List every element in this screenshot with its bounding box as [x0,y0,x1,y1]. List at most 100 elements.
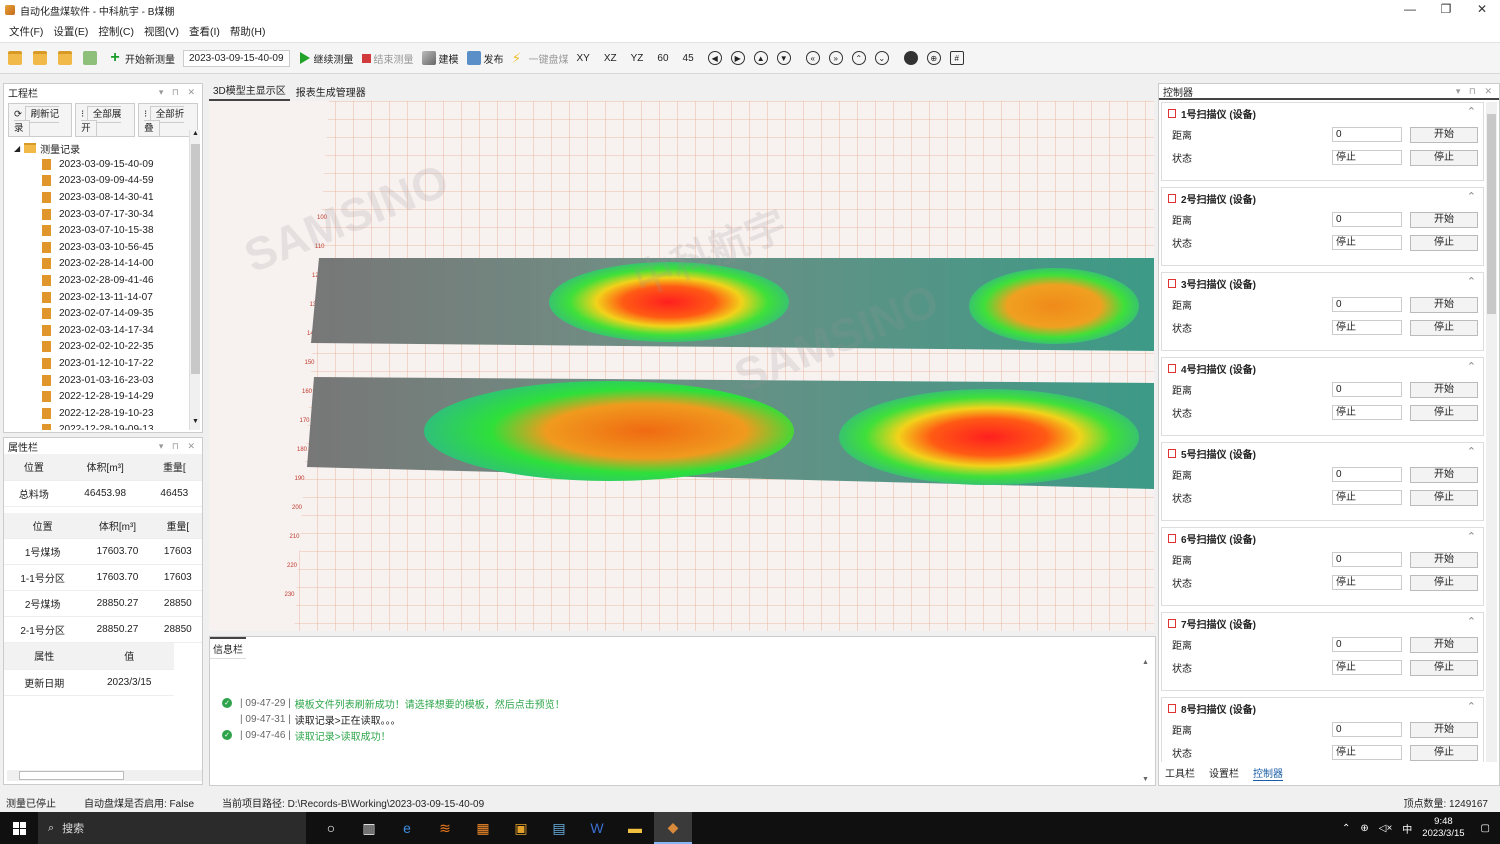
chevron-up-icon[interactable]: ⌃ [1467,615,1476,628]
tree-item-record[interactable]: 2023-02-03-14-17-34 [4,322,202,339]
table-row[interactable]: 总料场 46453.98 46453 [4,480,202,507]
model-button[interactable]: 建模 [421,51,459,66]
menu-control[interactable]: 控制(C) [93,24,139,39]
publish-button[interactable]: 发布 [466,51,504,66]
stop-button[interactable]: 停止 [1410,234,1478,251]
panel-controls[interactable]: ▾ ⊓ ✕ [1456,86,1495,97]
refresh-records-button[interactable]: ⟳ 刷新记录 [8,103,73,137]
scroll-down-icon[interactable]: ▼ [1142,776,1152,783]
export-button[interactable] [33,51,50,65]
chevron-up-icon[interactable]: ⌃ [1467,445,1476,458]
scanner-header[interactable]: 7号扫描仪 (设备) ⌃ [1162,613,1483,633]
start-button[interactable]: 开始 [1410,296,1478,313]
3d-viewport[interactable]: 1001101201301401501601701801902002102202… [209,101,1154,631]
view-xy-button[interactable]: XY [577,53,590,64]
app-icon-4[interactable]: ▤ [540,812,578,844]
continue-measure-button[interactable]: 继续测量 [299,51,354,66]
start-button[interactable]: 开始 [1410,211,1478,228]
chevron-up-icon[interactable]: ⌃ [1342,823,1350,834]
tree-item-record[interactable]: 2022-12-28-19-10-23 [4,405,202,422]
view-45-button[interactable]: 45 [683,53,694,64]
cortana-icon[interactable]: ○ [312,812,350,844]
solid-render-icon[interactable] [903,51,918,65]
3d-scene[interactable]: 1001101201301401501601701801902002102202… [209,101,1154,631]
scroll-up-icon[interactable]: ▲ [1142,659,1152,666]
table-row[interactable]: 1-1号分区 17603.70 17603 [4,564,202,591]
scanner-header[interactable]: 6号扫描仪 (设备) ⌃ [1162,528,1483,548]
tree-item-record[interactable]: 2023-02-07-14-09-35 [4,305,202,322]
open-button[interactable] [8,51,25,65]
tree-item-record[interactable]: 2023-01-03-16-23-03 [4,372,202,389]
tree-item-record[interactable]: 2023-03-09-15-40-09 [4,156,202,173]
folder-button[interactable] [58,51,75,65]
chevron-up-icon[interactable]: ⌃ [1467,275,1476,288]
table-row[interactable]: 更新日期 2023/3/15 [4,669,174,696]
one-key-button[interactable]: ⚡ 一键盘煤 [512,51,569,66]
controller-scrollbar[interactable] [1486,102,1497,762]
view-yz-button[interactable]: YZ [631,53,644,64]
coal-app-icon[interactable]: ◆ [654,812,692,844]
distance-field[interactable]: 0 [1332,467,1402,482]
distance-field[interactable]: 0 [1332,552,1402,567]
view-xz-button[interactable]: XZ [604,53,617,64]
start-button[interactable]: 开始 [1410,381,1478,398]
task-view-icon[interactable]: ▥ [350,812,388,844]
scanner-header[interactable]: 1号扫描仪 (设备) ⌃ [1162,103,1483,123]
image-button[interactable] [83,51,100,65]
arrow-left-icon[interactable]: ◀ [707,51,722,65]
scanner-header[interactable]: 3号扫描仪 (设备) ⌃ [1162,273,1483,293]
status-field[interactable]: 停止 [1332,660,1402,675]
status-field[interactable]: 停止 [1332,405,1402,420]
distance-field[interactable]: 0 [1332,127,1402,142]
arrow-up-icon[interactable]: ▲ [753,51,768,65]
stop-button[interactable]: 停止 [1410,659,1478,676]
menu-file[interactable]: 文件(F) [4,24,48,39]
table-row[interactable]: 2-1号分区 28850.27 28850 [4,616,202,643]
close-button[interactable]: ✕ [1464,0,1500,18]
edge-icon[interactable]: e [388,812,426,844]
distance-field[interactable]: 0 [1332,212,1402,227]
arrow-right-icon[interactable]: ▶ [730,51,745,65]
word-icon[interactable]: W [578,812,616,844]
stop-button[interactable]: 停止 [1410,404,1478,421]
start-button[interactable]: 开始 [1410,466,1478,483]
wireframe-render-icon[interactable]: ⊕ [926,51,941,65]
measure-date-field[interactable]: 2023-03-09-15-40-09 [183,49,290,67]
minimize-button[interactable]: — [1392,0,1428,18]
network-icon[interactable]: ⊕ [1360,823,1368,834]
distance-field[interactable]: 0 [1332,297,1402,312]
tab-report-manager[interactable]: 报表生成管理器 [292,82,370,101]
chevron-up-icon[interactable]: ⌃ [1467,700,1476,713]
tree-item-record[interactable]: 2023-03-08-14-30-41 [4,189,202,206]
tree-item-record[interactable]: 2022-12-28-19-09-13 [4,422,202,430]
chevron-up-icon[interactable]: ⌃ [1467,190,1476,203]
distance-field[interactable]: 0 [1332,722,1402,737]
tree-item-record[interactable]: 2023-03-03-10-56-45 [4,239,202,256]
table-row[interactable]: 1号煤场 17603.70 17603 [4,538,202,565]
tree-item-record[interactable]: 2023-02-02-10-22-35 [4,339,202,356]
app-icon-3[interactable]: ▣ [502,812,540,844]
start-measure-button[interactable]: + 开始新测量 [108,50,175,66]
scroll-thumb[interactable] [1487,114,1496,314]
scanner-header[interactable]: 2号扫描仪 (设备) ⌃ [1162,188,1483,208]
stop-button[interactable]: 停止 [1410,489,1478,506]
view-60-button[interactable]: 60 [657,53,668,64]
menu-view[interactable]: 视图(V) [139,24,184,39]
tree-item-record[interactable]: 2023-02-13-11-14-07 [4,289,202,306]
stop-button[interactable]: 停止 [1410,574,1478,591]
tree-item-record[interactable]: 2023-02-28-09-41-46 [4,272,202,289]
volume-icon[interactable]: ◁× [1379,823,1393,834]
end-measure-button[interactable]: 结束测量 [361,51,414,66]
tree-item-record[interactable]: 2022-12-28-19-14-29 [4,388,202,405]
tilt-down-icon[interactable]: ⌄ [874,51,889,65]
menu-settings[interactable]: 设置(E) [48,24,93,39]
info-scrollbar[interactable]: ▲ ▼ [1142,659,1152,783]
stop-button[interactable]: 停止 [1410,744,1478,761]
start-button[interactable] [0,812,38,844]
status-field[interactable]: 停止 [1332,575,1402,590]
app-icon-2[interactable]: ▦ [464,812,502,844]
scanner-header[interactable]: 8号扫描仪 (设备) ⌃ [1162,698,1483,718]
scroll-thumb[interactable] [191,144,200,374]
menu-help[interactable]: 帮助(H) [225,24,271,39]
distance-field[interactable]: 0 [1332,637,1402,652]
